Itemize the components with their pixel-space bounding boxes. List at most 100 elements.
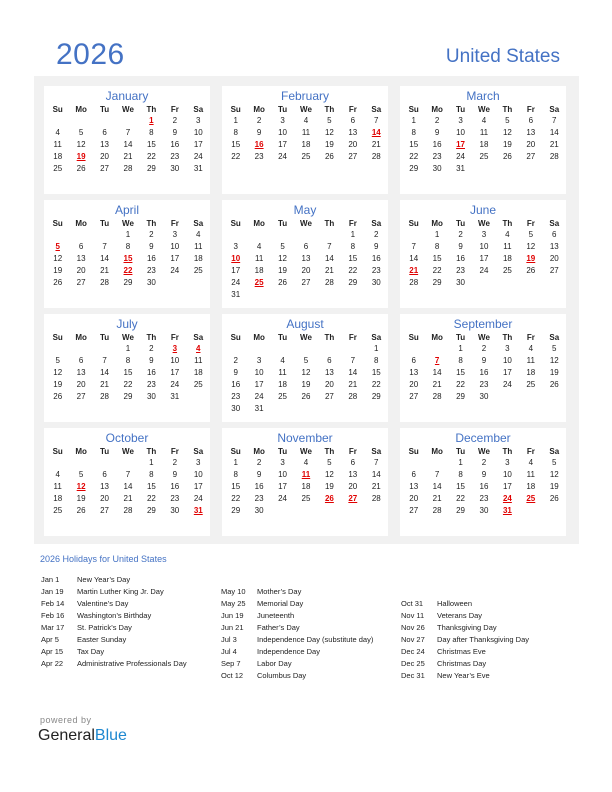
- day-cell: 31: [231, 290, 241, 299]
- week-row: 3 4 5 6 7 8 9: [224, 241, 388, 253]
- holiday-name: Easter Sunday: [77, 635, 127, 644]
- day-cell: 6: [78, 242, 84, 251]
- holiday-name: Veterans Day: [437, 611, 483, 620]
- weekday-header: Th: [146, 218, 157, 228]
- day-cell: 10: [502, 356, 512, 365]
- day-cell: 18: [479, 140, 489, 149]
- weekday-header: Sa: [371, 218, 382, 228]
- weekday-header: Su: [52, 332, 63, 342]
- day-cell: 23: [371, 266, 381, 275]
- day-cell: 8: [434, 242, 440, 251]
- day-cell: 8: [233, 128, 238, 137]
- day-cell: 21: [549, 140, 559, 149]
- day-cell: 23: [146, 380, 156, 389]
- day-cell: 13: [549, 242, 559, 251]
- day-cell: 6: [327, 356, 332, 365]
- week-row: 4 5 6 7 8 9 10: [46, 127, 210, 139]
- empty-cell: [247, 343, 270, 355]
- holiday-date: Oct 12: [221, 671, 244, 680]
- day-cell: 14: [324, 254, 334, 263]
- weekday-header: Su: [408, 104, 419, 114]
- day-cell: 29: [409, 164, 419, 173]
- week-row: 8 9 10 11 12 13 14: [224, 127, 388, 139]
- weekday-header: Fr: [526, 332, 535, 342]
- day-cell: 9: [256, 128, 262, 137]
- empty-cell: [46, 457, 69, 469]
- holiday-name: Juneteenth: [257, 611, 295, 620]
- week-row: 10 11 12 13 14 15 16: [224, 253, 388, 265]
- holiday-name: Martin Luther King Jr. Day: [77, 587, 164, 596]
- day-cell: 5: [78, 470, 84, 479]
- weekday-header: Th: [146, 446, 157, 456]
- weekday-header: Tu: [455, 218, 466, 228]
- day-cell: 9: [256, 470, 262, 479]
- day-cell: 12: [324, 128, 334, 137]
- day-cell: 23: [456, 266, 465, 275]
- holiday-date: Jul 4: [221, 647, 237, 656]
- day-cell: 16: [254, 482, 264, 491]
- weekday-header: Su: [230, 104, 241, 114]
- month-may: May Su Mo Tu We Th Fr Sa 1 2 3 4 5 6 7 8 9 10 11 12 13 14 15 16…: [222, 200, 388, 308]
- day-cell: 29: [146, 164, 156, 173]
- empty-cell: [519, 277, 542, 289]
- holiday-name: Valentine’s Day: [77, 599, 129, 608]
- weekday-header: Th: [324, 218, 335, 228]
- day-cell: 22: [432, 266, 442, 275]
- day-cell: 3: [458, 116, 463, 125]
- day-cell: 30: [146, 392, 156, 401]
- week-row: 11 12 13 14 15 16 17: [46, 139, 210, 151]
- week-row: 1 2 3 4: [46, 229, 210, 241]
- day-cell: 6: [102, 128, 107, 137]
- day-cell: 12: [53, 368, 63, 377]
- day-cell: 27: [549, 266, 559, 275]
- weekday-header: Th: [502, 218, 513, 228]
- weekday-header: Sa: [549, 446, 560, 456]
- holiday-name: Independence Day: [257, 647, 320, 656]
- week-row: 26 27 28 29 30 31: [46, 391, 210, 403]
- holiday-column: Jan 1 New Year’s Day Jan 19 Martin Luther K…: [41, 574, 187, 670]
- day-cell: 12: [301, 368, 311, 377]
- weekday-header: Fr: [170, 446, 179, 456]
- month-title: July: [116, 317, 138, 331]
- holiday-date: Nov 26: [401, 623, 425, 632]
- day-cell: 12: [549, 470, 559, 479]
- day-cell: 13: [76, 368, 86, 377]
- year-title: 2026: [56, 38, 125, 71]
- holiday-day-cell: 19: [76, 152, 86, 161]
- weekday-header: Mo: [253, 332, 265, 342]
- day-cell: 13: [409, 482, 419, 491]
- brand-logo[interactable]: GeneralBlue: [38, 727, 127, 745]
- month-june: June Su Mo Tu We Th Fr Sa 1 2 3 4 5 6 7 8 9 10 11 12 13 14 15 1…: [400, 200, 566, 308]
- day-cell: 9: [434, 128, 440, 137]
- day-cell: 28: [100, 278, 109, 287]
- day-cell: 12: [549, 356, 559, 365]
- day-cell: 12: [502, 128, 512, 137]
- day-cell: 14: [123, 482, 133, 491]
- day-cell: 4: [528, 344, 534, 353]
- empty-cell: [69, 115, 92, 127]
- day-cell: 16: [432, 140, 442, 149]
- day-cell: 6: [411, 356, 416, 365]
- day-cell: 10: [193, 470, 203, 479]
- day-cell: 22: [409, 152, 419, 161]
- country-title: United States: [445, 46, 560, 67]
- weekday-header: We: [478, 104, 490, 114]
- day-cell: 4: [528, 458, 534, 467]
- day-cell: 6: [528, 116, 534, 125]
- month-january: January Su Mo Tu We Th Fr Sa 1 2 3 4 5 6 7 8 9 10 11 12 13 14…: [44, 86, 210, 194]
- weekday-header: Sa: [193, 446, 204, 456]
- weekday-header: Mo: [75, 446, 87, 456]
- day-cell: 25: [526, 380, 536, 389]
- empty-cell: [93, 229, 116, 241]
- day-cell: 16: [456, 254, 465, 263]
- empty-cell: [402, 457, 425, 469]
- weekday-header: Sa: [549, 332, 560, 342]
- day-cell: 27: [348, 152, 358, 161]
- day-cell: 4: [256, 242, 262, 251]
- day-cell: 3: [280, 458, 285, 467]
- holiday-name: Father’s Day: [257, 623, 300, 632]
- day-cell: 11: [479, 128, 489, 137]
- week-row: 20 21 22 23 24 25 26: [402, 379, 566, 391]
- day-cell: 20: [76, 380, 86, 389]
- day-cell: 10: [479, 242, 489, 251]
